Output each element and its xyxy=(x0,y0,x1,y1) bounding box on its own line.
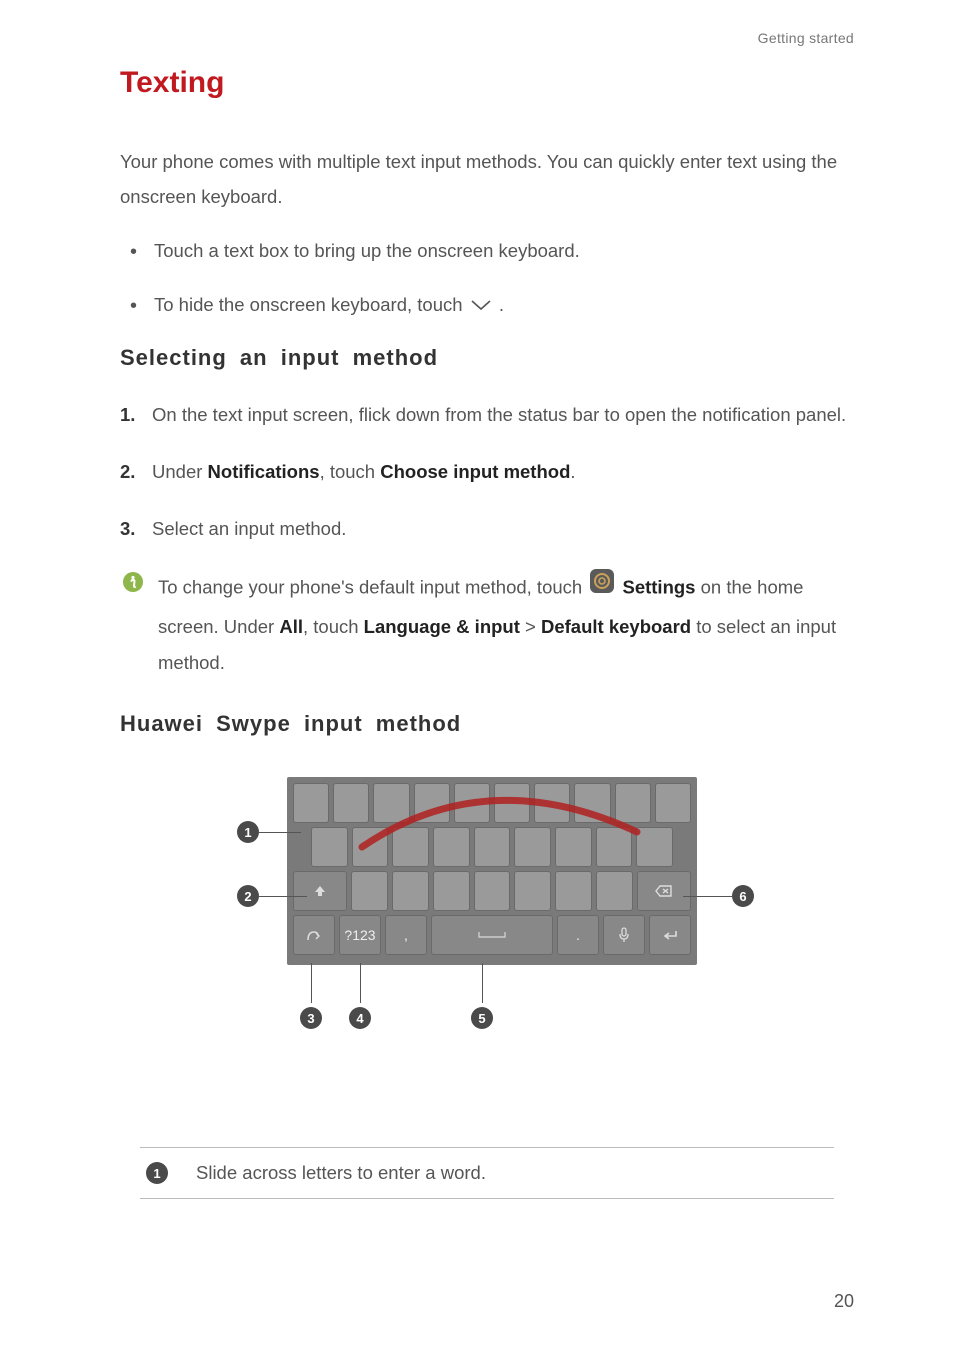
bullet-list: Touch a text box to bring up the onscree… xyxy=(120,236,854,321)
comma-key: , xyxy=(385,915,427,955)
leader-line xyxy=(482,963,483,1003)
key xyxy=(555,827,592,867)
key xyxy=(373,783,409,823)
step-bold: Choose input method xyxy=(380,461,570,482)
tip-bold: Language & input xyxy=(364,616,520,637)
key xyxy=(555,871,592,911)
space-key xyxy=(431,915,553,955)
key xyxy=(474,827,511,867)
chevron-down-icon xyxy=(470,291,492,321)
key xyxy=(474,871,511,911)
swype-key xyxy=(293,915,335,955)
key xyxy=(333,783,369,823)
legend-number-badge: 1 xyxy=(146,1162,168,1184)
key xyxy=(596,871,633,911)
callout-badge: 4 xyxy=(349,1007,371,1029)
keyboard-figure: ?123 , . xyxy=(120,777,854,1117)
key xyxy=(311,827,348,867)
step-bold: Notifications xyxy=(208,461,320,482)
page-number: 20 xyxy=(834,1291,854,1312)
step-item: On the text input screen, flick down fro… xyxy=(120,397,854,432)
key xyxy=(433,871,470,911)
step-item: Select an input method. xyxy=(120,511,854,546)
key xyxy=(351,871,388,911)
info-icon xyxy=(122,571,144,598)
tip-bold: All xyxy=(279,616,303,637)
bullet-text-post: . xyxy=(499,294,504,315)
tip-bold: Settings xyxy=(622,577,695,598)
tip-text-part: , touch xyxy=(303,616,364,637)
intro-paragraph: Your phone comes with multiple text inpu… xyxy=(120,144,854,214)
callout-badge: 3 xyxy=(300,1007,322,1029)
tip-text: To change your phone's default input met… xyxy=(158,568,854,681)
settings-icon xyxy=(589,568,615,606)
key xyxy=(514,871,551,911)
key xyxy=(494,783,530,823)
key xyxy=(414,783,450,823)
callout-badge: 1 xyxy=(237,821,259,843)
section-heading-swype: Huawei Swype input method xyxy=(120,711,854,737)
legend-text: Slide across letters to enter a word. xyxy=(196,1162,486,1184)
numeric-key: ?123 xyxy=(339,915,381,955)
key xyxy=(615,783,651,823)
enter-key xyxy=(649,915,691,955)
key xyxy=(574,783,610,823)
leader-line xyxy=(683,896,732,897)
section-heading-selecting: Selecting an input method xyxy=(120,345,854,371)
bullet-item: To hide the onscreen keyboard, touch . xyxy=(130,290,854,321)
callout-badge: 2 xyxy=(237,885,259,907)
key xyxy=(392,827,429,867)
tip-block: To change your phone's default input met… xyxy=(122,568,854,681)
step-text: . xyxy=(570,461,575,482)
page-title: Texting xyxy=(120,66,854,100)
key xyxy=(293,783,329,823)
tip-text-part: To change your phone's default input met… xyxy=(158,577,587,598)
key xyxy=(596,827,633,867)
legend-table: 1 Slide across letters to enter a word. xyxy=(140,1147,834,1199)
leader-line xyxy=(311,963,312,1003)
callout-badge: 6 xyxy=(732,885,754,907)
key xyxy=(454,783,490,823)
ordered-steps: On the text input screen, flick down fro… xyxy=(120,397,854,546)
step-item: Under Notifications, touch Choose input … xyxy=(120,454,854,489)
key xyxy=(392,871,429,911)
tip-bold: Default keyboard xyxy=(541,616,691,637)
shift-key xyxy=(293,871,347,911)
legend-row: 1 Slide across letters to enter a word. xyxy=(140,1148,834,1198)
tip-text-part: > xyxy=(520,616,541,637)
leader-line xyxy=(259,832,301,833)
running-header: Getting started xyxy=(120,30,854,46)
step-text: , touch xyxy=(320,461,381,482)
period-key: . xyxy=(557,915,599,955)
key xyxy=(655,783,691,823)
key xyxy=(534,783,570,823)
key xyxy=(636,827,673,867)
bullet-item: Touch a text box to bring up the onscree… xyxy=(130,236,854,266)
leader-line xyxy=(360,963,361,1003)
bullet-text-pre: To hide the onscreen keyboard, touch xyxy=(154,294,468,315)
mic-key xyxy=(603,915,645,955)
key xyxy=(433,827,470,867)
leader-line xyxy=(259,896,307,897)
key xyxy=(352,827,389,867)
backspace-key xyxy=(637,871,691,911)
swype-keyboard: ?123 , . xyxy=(287,777,697,965)
callout-badge: 5 xyxy=(471,1007,493,1029)
key xyxy=(514,827,551,867)
step-text: Under xyxy=(152,461,208,482)
